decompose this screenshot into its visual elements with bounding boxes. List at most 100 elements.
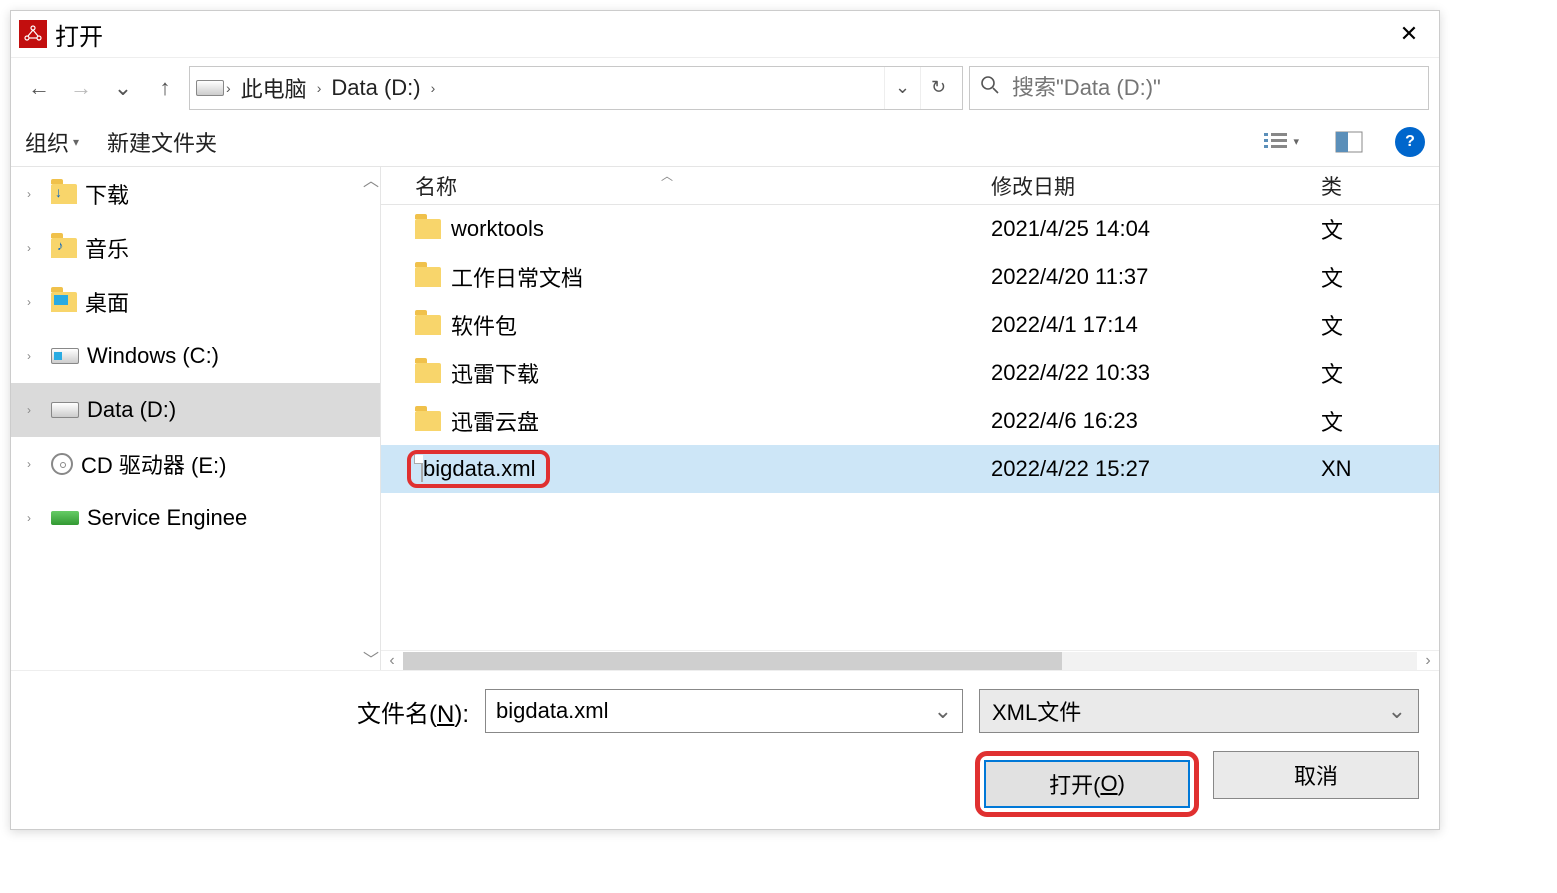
file-row[interactable]: 软件包2022/4/1 17:14文	[381, 301, 1439, 349]
chevron-right-icon: ›	[429, 80, 438, 96]
expand-icon[interactable]: ›	[27, 403, 31, 417]
expand-icon[interactable]: ›	[27, 295, 31, 309]
new-folder-button[interactable]: 新建文件夹	[107, 126, 217, 158]
details-view-icon	[1263, 131, 1289, 153]
scroll-down-icon[interactable]: ﹀	[363, 646, 379, 670]
refresh-button[interactable]: ↻	[920, 67, 956, 109]
scrollbar-thumb[interactable]	[403, 652, 1062, 670]
breadcrumb-drive[interactable]: Data (D:)	[323, 75, 428, 101]
file-date: 2022/4/22 10:33	[991, 360, 1321, 386]
expand-icon[interactable]: ›	[27, 241, 31, 255]
view-mode-button[interactable]: ▾	[1259, 127, 1303, 157]
drive-icon	[196, 80, 224, 96]
folder-icon	[415, 219, 441, 239]
sort-asc-icon: ︿	[661, 167, 673, 184]
search-input[interactable]	[1010, 74, 1418, 102]
address-bar[interactable]: › 此电脑 › Data (D:) › ⌄ ↻	[189, 66, 963, 110]
tree-item[interactable]: ›Windows (C:)	[11, 329, 380, 383]
scroll-left-icon[interactable]: ‹	[381, 652, 403, 670]
expand-icon[interactable]: ›	[27, 187, 31, 201]
file-date: 2021/4/25 14:04	[991, 216, 1321, 242]
back-button[interactable]: ←	[21, 68, 57, 108]
file-row[interactable]: worktools 2021/4/25 14:04文	[381, 205, 1439, 253]
file-name: worktools	[451, 216, 544, 242]
filetype-combo[interactable]: XML文件 ⌄	[979, 689, 1419, 733]
tree-item-label: CD 驱动器 (E:)	[81, 448, 226, 480]
app-icon	[19, 20, 47, 48]
filetype-value: XML文件	[992, 695, 1081, 727]
file-name: 软件包	[451, 309, 517, 341]
tree-item[interactable]: › 音乐	[11, 221, 380, 275]
organize-menu[interactable]: 组织 ▾	[25, 126, 79, 158]
tree-item[interactable]: › 下载	[11, 167, 380, 221]
file-name-highlight: bigdata.xml	[407, 450, 550, 488]
file-row[interactable]: bigdata.xml 2022/4/22 15:27XN	[381, 445, 1439, 493]
open-button[interactable]: 打开(O)	[984, 760, 1190, 808]
expand-icon[interactable]: ›	[27, 349, 31, 363]
column-name[interactable]: 名称︿	[381, 171, 991, 201]
open-button-highlight: 打开(O)	[975, 751, 1199, 817]
horizontal-scrollbar[interactable]: ‹ ›	[381, 650, 1439, 670]
folder-icon	[415, 363, 441, 383]
scroll-up-icon[interactable]: ︿	[363, 167, 379, 191]
search-box[interactable]	[969, 66, 1429, 110]
chevron-down-icon: ⌄	[934, 698, 952, 724]
tree-item[interactable]: › Service Enginee	[11, 491, 380, 545]
column-date[interactable]: 修改日期	[991, 171, 1321, 201]
file-type: 文	[1321, 213, 1439, 245]
file-type: 文	[1321, 261, 1439, 293]
chevron-right-icon: ›	[315, 80, 324, 96]
expand-icon[interactable]: ›	[27, 511, 31, 525]
file-name: 工作日常文档	[451, 261, 583, 293]
file-name: 迅雷下载	[451, 357, 539, 389]
column-headers: 名称︿ 修改日期 类	[381, 167, 1439, 205]
titlebar: 打开 ✕	[11, 11, 1439, 57]
tree-item[interactable]: › CD 驱动器 (E:)	[11, 437, 380, 491]
recent-dropdown[interactable]: ⌄	[105, 68, 141, 108]
scroll-right-icon[interactable]: ›	[1417, 652, 1439, 670]
filename-label: 文件名(N):	[357, 694, 469, 729]
help-button[interactable]: ?	[1395, 127, 1425, 157]
folder-icon	[415, 411, 441, 431]
tree-item-label: 下载	[85, 178, 129, 210]
open-file-dialog: 打开 ✕ ← → ⌄ ↑ › 此电脑 › Data (D:) › ⌄ ↻ 组织 …	[10, 10, 1440, 830]
file-date: 2022/4/6 16:23	[991, 408, 1321, 434]
close-button[interactable]: ✕	[1387, 12, 1431, 56]
organize-label: 组织	[25, 126, 69, 158]
tree-item[interactable]: ›Data (D:)	[11, 383, 380, 437]
file-rows: worktools2021/4/25 14:04文工作日常文档2022/4/20…	[381, 205, 1439, 493]
folder-tree[interactable]: ︿﹀ ›下载›音乐›桌面›Windows (C:)›Data (D:)›CD 驱…	[11, 167, 381, 670]
file-type: 文	[1321, 309, 1439, 341]
toolbar: 组织 ▾ 新建文件夹 ▾ ?	[11, 117, 1439, 167]
file-row[interactable]: 迅雷下载 2022/4/22 10:33文	[381, 349, 1439, 397]
folder-icon	[415, 315, 441, 335]
nav-bar: ← → ⌄ ↑ › 此电脑 › Data (D:) › ⌄ ↻	[11, 57, 1439, 117]
search-icon	[980, 75, 1000, 100]
up-button[interactable]: ↑	[147, 68, 183, 108]
file-row[interactable]: 工作日常文档2022/4/20 11:37文	[381, 253, 1439, 301]
file-type: 文	[1321, 357, 1439, 389]
preview-pane-icon	[1335, 131, 1363, 153]
tree-item-label: 桌面	[85, 286, 129, 318]
file-date: 2022/4/22 15:27	[991, 456, 1321, 482]
forward-button[interactable]: →	[63, 68, 99, 108]
dialog-title: 打开	[55, 17, 103, 52]
file-type: 文	[1321, 405, 1439, 437]
tree-item-label: 音乐	[85, 232, 129, 264]
preview-pane-button[interactable]	[1331, 127, 1367, 157]
expand-icon[interactable]: ›	[27, 457, 31, 471]
file-row[interactable]: 迅雷云盘2022/4/6 16:23文	[381, 397, 1439, 445]
cancel-button[interactable]: 取消	[1213, 751, 1419, 799]
column-type[interactable]: 类	[1321, 171, 1439, 201]
filename-combo[interactable]: bigdata.xml ⌄	[485, 689, 963, 733]
file-type: XN	[1321, 456, 1439, 482]
tree-item-label: Service Enginee	[87, 505, 247, 531]
chevron-down-icon: ⌄	[1388, 698, 1406, 724]
chevron-right-icon: ›	[224, 80, 233, 96]
folder-icon	[415, 267, 441, 287]
tree-item[interactable]: › 桌面	[11, 275, 380, 329]
address-dropdown[interactable]: ⌄	[884, 67, 920, 109]
breadcrumb-pc[interactable]: 此电脑	[233, 72, 315, 104]
dialog-footer: 文件名(N): bigdata.xml ⌄ XML文件 ⌄ 打开(O) 取消	[11, 670, 1439, 829]
file-name: bigdata.xml	[423, 456, 536, 481]
